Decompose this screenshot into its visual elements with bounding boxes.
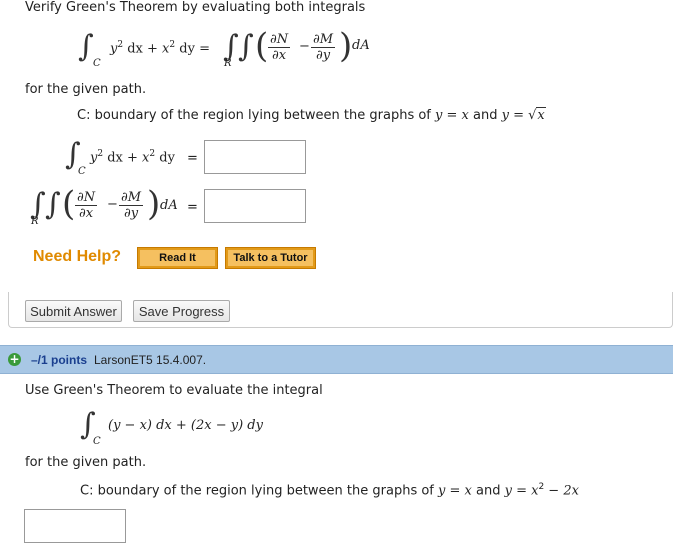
- problem-2-answer-input[interactable]: [24, 509, 126, 543]
- right-paren: ): [339, 26, 353, 66]
- submit-answer-button[interactable]: Submit Answer: [25, 300, 122, 322]
- need-help-label: Need Help?: [33, 248, 122, 265]
- given-path-text-2: for the given path.: [25, 455, 147, 470]
- line-integral-answer-input[interactable]: [204, 140, 306, 174]
- minus-sign: −: [299, 39, 310, 54]
- right-paren-answer: ): [147, 184, 161, 224]
- subscript-r: R: [224, 58, 232, 69]
- region-description-2: C: boundary of the region lying between …: [80, 482, 579, 499]
- save-progress-button[interactable]: Save Progress: [133, 300, 230, 322]
- subscript-c: C: [93, 58, 101, 69]
- subscript-c-answer: C: [78, 166, 86, 177]
- points-label: –/1 points: [31, 353, 88, 367]
- left-paren-answer: (: [62, 184, 76, 224]
- equals-sign-2: =: [187, 200, 198, 215]
- dn-dx-fraction: ∂N ∂x: [268, 32, 291, 63]
- problem-1-intro: Verify Green's Theorem by evaluating bot…: [25, 0, 366, 15]
- dm-dy-fraction-answer: ∂M ∂y: [119, 190, 144, 221]
- integrand-answer: y2 dx + x2 dy: [90, 149, 175, 166]
- left-paren: (: [255, 26, 269, 66]
- da-label-answer: dA: [160, 198, 178, 213]
- integrand-2: (y − x) dx + (2x − y) dy: [108, 418, 263, 433]
- double-integral-sign-2: ∫: [238, 29, 254, 64]
- talk-to-tutor-button[interactable]: Talk to a Tutor: [225, 247, 316, 269]
- expand-plus-icon[interactable]: +: [8, 353, 21, 366]
- problem-source: LarsonET5 15.4.007.: [94, 353, 207, 367]
- equals-sign-1: =: [187, 151, 198, 166]
- double-integral-answer-input[interactable]: [204, 189, 306, 223]
- region-description: C: boundary of the region lying between …: [77, 107, 546, 123]
- dn-dx-fraction-answer: ∂N ∂x: [75, 190, 98, 221]
- subscript-c-2: C: [93, 436, 101, 447]
- problem-2-intro: Use Green's Theorem to evaluate the inte…: [25, 383, 323, 398]
- line-integral-sign: ∫: [78, 29, 94, 64]
- da-label: dA: [352, 38, 370, 53]
- read-it-button[interactable]: Read It: [137, 247, 218, 269]
- given-path-text: for the given path.: [25, 82, 147, 97]
- sqrt-symbol: √x: [528, 107, 546, 123]
- subscript-r-answer: R: [31, 216, 39, 227]
- problem-2-header: + –/1 points LarsonET5 15.4.007.: [0, 345, 673, 374]
- double-integral-sign-b: ∫: [45, 187, 61, 222]
- minus-sign-answer: −: [107, 197, 118, 212]
- dm-dy-fraction: ∂M ∂y: [311, 32, 336, 63]
- integrand: y2 dx + x2 dy =: [110, 40, 210, 57]
